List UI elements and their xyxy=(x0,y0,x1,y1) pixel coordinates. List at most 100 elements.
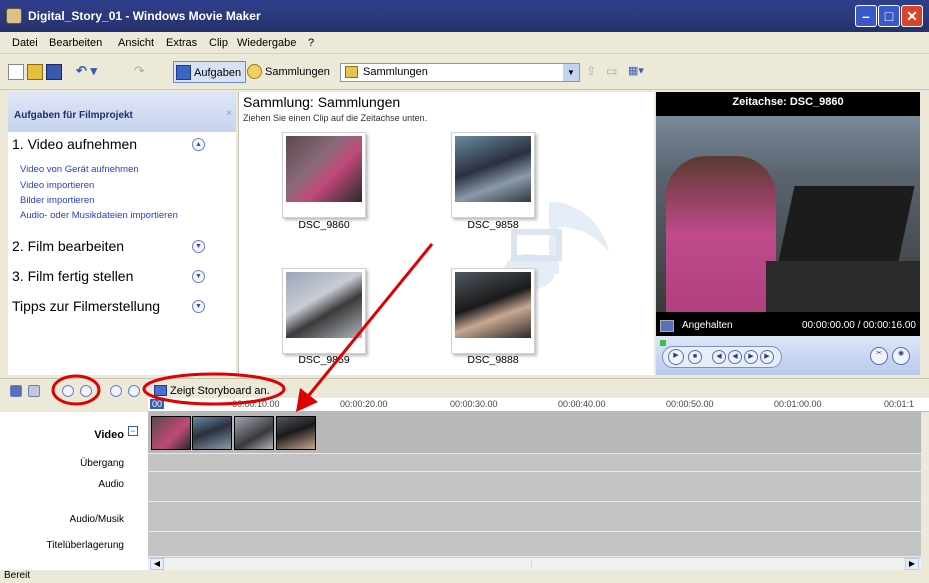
window-title: Digital_Story_01 - Windows Movie Maker xyxy=(28,9,261,23)
menu-datei[interactable]: Datei xyxy=(12,37,38,49)
link-video-importieren[interactable]: Video importieren xyxy=(20,180,94,191)
transition-track[interactable] xyxy=(148,454,921,472)
tasks-button[interactable]: Aufgaben xyxy=(173,61,247,83)
track-label-audio-music: Audio/Musik xyxy=(69,514,124,525)
collections-icon xyxy=(247,64,262,79)
collection-title: Sammlung: Sammlungen xyxy=(243,94,401,110)
link-video-von-geraet[interactable]: Video von Gerät aufnehmen xyxy=(20,164,139,175)
track-label-title-overlay: Titelüberlagerung xyxy=(46,540,124,551)
playback-controls: ▶ ■ ◀ ◀ ▶ ▶ ✂ ◉ xyxy=(656,336,920,375)
clip-image xyxy=(455,272,531,338)
menu-ansicht[interactable]: Ansicht xyxy=(118,37,154,49)
snapshot-icon[interactable]: ◉ xyxy=(892,347,910,365)
timeline-tracks xyxy=(148,412,921,557)
undo-icon[interactable]: ↶ ▾ xyxy=(76,64,102,80)
menu-help[interactable]: ? xyxy=(308,37,314,49)
collections-button[interactable]: Sammlungen xyxy=(245,61,330,83)
scroll-left-icon[interactable]: ◀ xyxy=(150,558,164,570)
menu-bar: Datei Bearbeiten Ansicht Extras Clip Wie… xyxy=(0,32,929,54)
timeline-clip[interactable] xyxy=(276,416,316,450)
task-pane-title: Aufgaben für Filmprojekt xyxy=(14,110,133,121)
forward-icon[interactable]: ▶ xyxy=(744,350,758,364)
chevron-down-icon[interactable]: ▼ xyxy=(192,270,205,283)
ruler-tick: 00:01:1 xyxy=(884,399,915,409)
tasks-icon xyxy=(176,65,191,80)
movie-maker-window: Digital_Story_01 - Windows Movie Maker –… xyxy=(0,0,929,583)
timeline-clip[interactable] xyxy=(192,416,232,450)
seek-indicator[interactable] xyxy=(660,340,666,346)
chevron-up-icon[interactable]: ▲ xyxy=(192,138,205,151)
section-film-bearbeiten[interactable]: 2. Film bearbeiten xyxy=(12,238,124,254)
section-film-fertig-stellen[interactable]: 3. Film fertig stellen xyxy=(12,268,133,284)
up-folder-icon[interactable]: ⇧ xyxy=(586,64,602,80)
timeline-ruler[interactable]: 00 00:00:10.00 00:00:20.00 00:00:30.00 0… xyxy=(148,398,929,412)
clip-caption: DSC_9860 xyxy=(298,219,350,231)
monitor-status-bar: Angehalten 00:00:00.00 / 00:00:16.00 xyxy=(656,316,920,336)
rewind-timeline-icon[interactable] xyxy=(110,385,122,397)
audio-music-track[interactable] xyxy=(148,502,921,532)
link-audio-importieren[interactable]: Audio- oder Musikdateien importieren xyxy=(20,210,178,221)
storyboard-button-label: Zeigt Storyboard an. xyxy=(170,385,270,397)
play-timeline-icon[interactable] xyxy=(128,385,140,397)
open-project-icon[interactable] xyxy=(27,64,43,80)
chevron-down-icon[interactable]: ▼ xyxy=(192,240,205,253)
menu-clip[interactable]: Clip xyxy=(209,37,228,49)
timeline-clip[interactable] xyxy=(234,416,274,450)
collection-combo-value: Sammlungen xyxy=(363,66,428,78)
split-clip-icon[interactable]: ✂ xyxy=(870,347,888,365)
playback-status: Angehalten xyxy=(682,320,733,331)
audio-track[interactable] xyxy=(148,472,921,502)
track-labels: Video − Übergang Audio Audio/Musik Titel… xyxy=(0,412,148,570)
collapse-icon[interactable]: − xyxy=(128,426,138,436)
clip-thumbnail[interactable] xyxy=(451,268,535,354)
clip-image xyxy=(286,272,362,338)
clip-caption: DSC_9888 xyxy=(467,354,519,366)
narrate-icon[interactable] xyxy=(10,385,22,397)
close-button[interactable]: ✕ xyxy=(901,5,923,27)
link-bilder-importieren[interactable]: Bilder importieren xyxy=(20,195,94,206)
zoom-out-icon[interactable] xyxy=(80,385,92,397)
audio-levels-icon[interactable] xyxy=(28,385,40,397)
menu-bearbeiten[interactable]: Bearbeiten xyxy=(49,37,102,49)
rewind-icon[interactable]: ◀ xyxy=(728,350,742,364)
section-video-aufnehmen[interactable]: 1. Video aufnehmen xyxy=(12,136,137,152)
section-tipps[interactable]: Tipps zur Filmerstellung xyxy=(12,298,160,314)
chevron-down-icon[interactable]: ▼ xyxy=(563,64,579,81)
storyboard-icon xyxy=(154,385,167,396)
chevron-down-icon[interactable]: ▼ xyxy=(192,300,205,313)
next-frame-icon[interactable]: ▶ xyxy=(760,350,774,364)
playhead[interactable]: 00 xyxy=(150,399,165,409)
clip-thumbnail[interactable] xyxy=(282,132,366,218)
previous-frame-icon[interactable]: ◀ xyxy=(712,350,726,364)
clip-thumbnail[interactable] xyxy=(451,132,535,218)
menu-wiedergabe[interactable]: Wiedergabe xyxy=(237,37,296,49)
track-label-video: Video xyxy=(94,429,124,441)
toolbar: ↶ ▾ ↷ Aufgaben Sammlungen Sammlungen ▼ ⇧… xyxy=(0,54,929,90)
new-folder-icon[interactable]: ▭ xyxy=(606,64,622,80)
close-icon[interactable]: × xyxy=(226,108,232,119)
ruler-tick: 00:00:20.00 xyxy=(340,399,388,409)
zoom-in-icon[interactable] xyxy=(62,385,74,397)
menu-extras[interactable]: Extras xyxy=(166,37,197,49)
views-icon[interactable]: ▦▾ xyxy=(628,64,652,80)
clip-thumbnail[interactable] xyxy=(282,268,366,354)
save-project-icon[interactable] xyxy=(46,64,62,80)
clip-caption: DSC_9859 xyxy=(298,354,350,366)
redo-icon[interactable]: ↷ xyxy=(134,64,154,80)
new-project-icon[interactable] xyxy=(8,64,24,80)
title-overlay-track[interactable] xyxy=(148,532,921,557)
folder-icon xyxy=(345,66,358,78)
monitor-title: Zeitachse: DSC_9860 xyxy=(732,96,844,108)
scroll-thumb[interactable]: ⋮ xyxy=(528,560,536,568)
collection-combo[interactable]: Sammlungen ▼ xyxy=(340,63,580,82)
video-track[interactable] xyxy=(148,412,921,454)
play-icon[interactable]: ▶ xyxy=(668,349,684,365)
stop-icon[interactable]: ■ xyxy=(688,350,702,364)
track-label-transition: Übergang xyxy=(80,458,124,469)
timeline-scrollbar[interactable]: ◀ ⋮ ▶ xyxy=(148,557,921,570)
scroll-right-icon[interactable]: ▶ xyxy=(905,558,919,570)
timeline-clip[interactable] xyxy=(151,416,191,450)
maximize-button[interactable]: □ xyxy=(878,5,900,27)
minimize-button[interactable]: – xyxy=(855,5,877,27)
collection-hint: Ziehen Sie einen Clip auf die Zeitachse … xyxy=(243,113,428,123)
